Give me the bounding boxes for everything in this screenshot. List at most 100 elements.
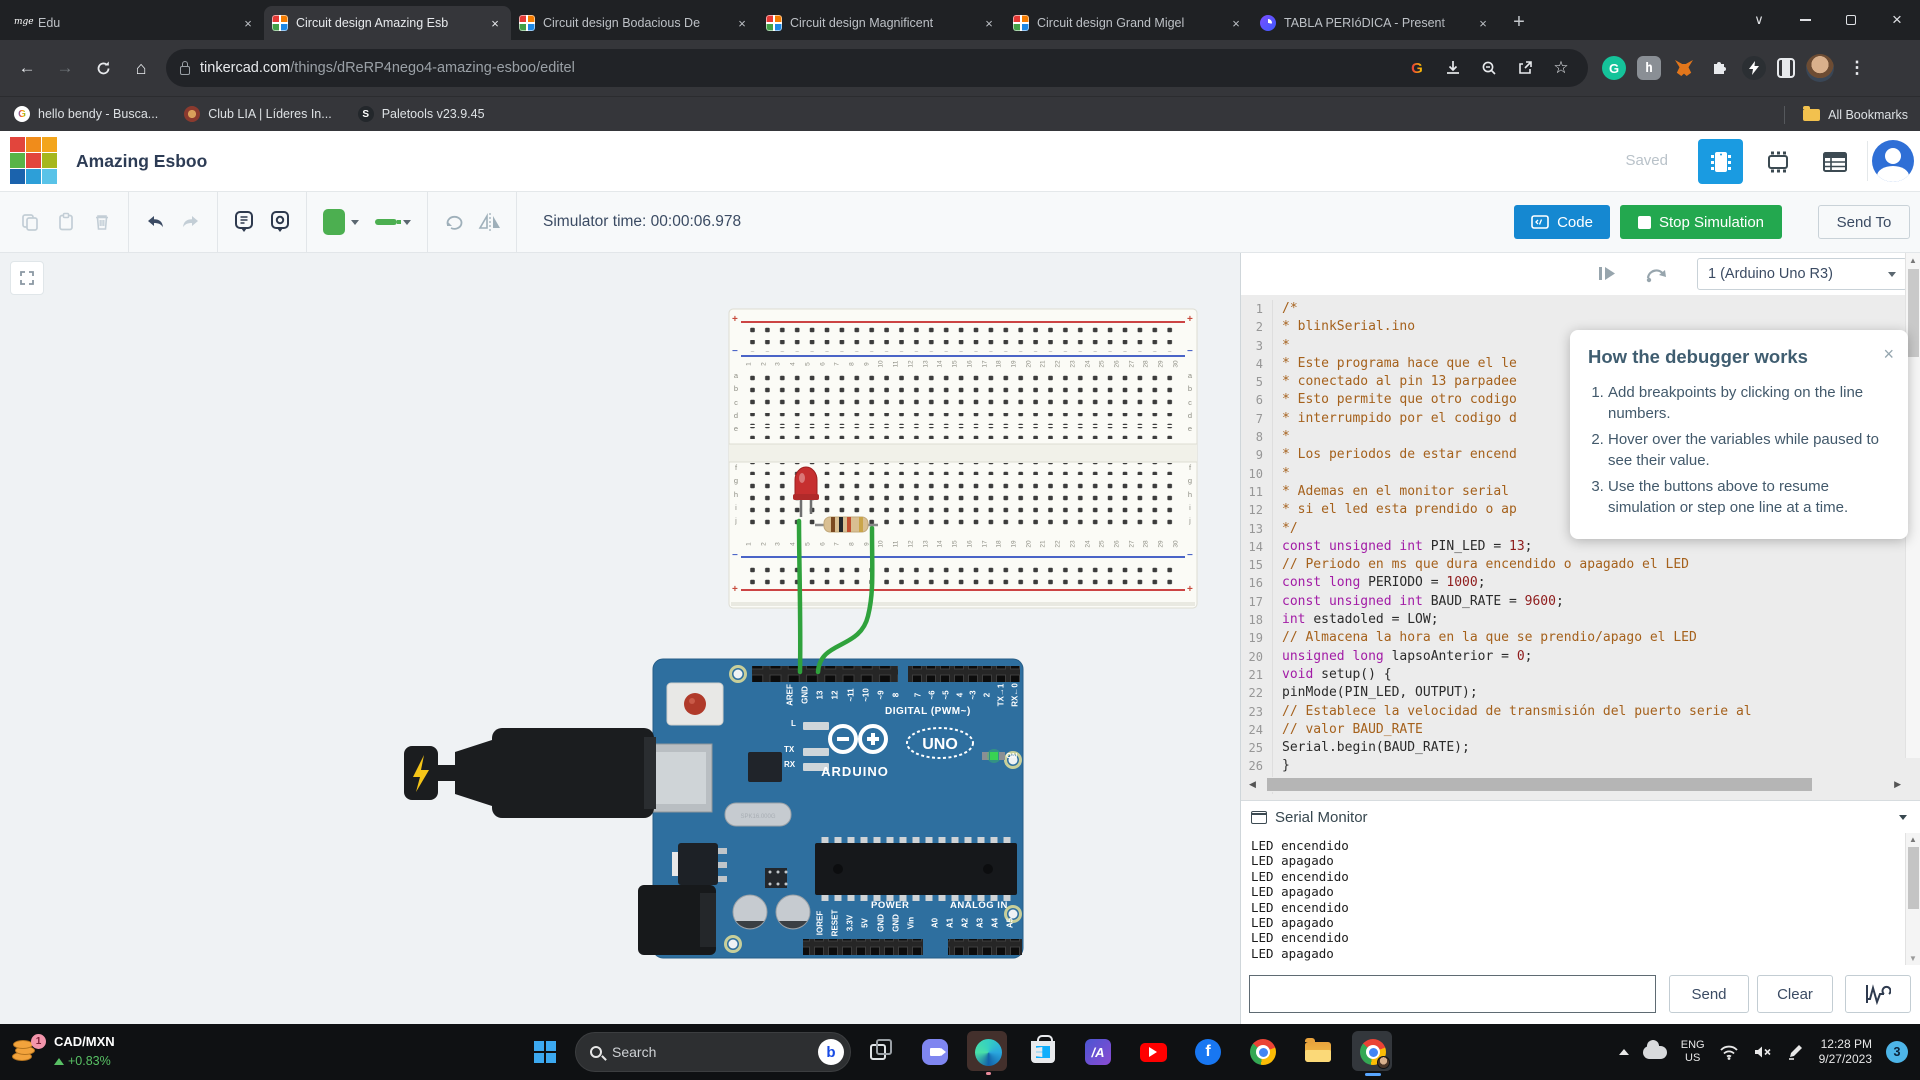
paste-icon[interactable] [48,204,84,240]
browser-menu-icon[interactable] [1845,56,1869,80]
bookmark-item[interactable]: Club LIA | Líderes In... [184,106,331,122]
stop-simulation-button[interactable]: Stop Simulation [1620,205,1782,239]
scrollbar-thumb[interactable] [1267,778,1812,791]
usb-cable[interactable] [404,728,656,818]
step-over-icon[interactable] [1644,263,1666,285]
omnibox[interactable]: tinkercad.com/things/dReRP4nego4-amazing… [166,49,1588,87]
browser-tab[interactable]: Circuit design Magnificent [758,6,1005,40]
component-color-dropdown[interactable] [315,205,367,239]
grammarly-extension-icon[interactable] [1602,56,1626,80]
zoom-icon[interactable] [1476,55,1502,81]
url-text[interactable]: tinkercad.com/things/dReRP4nego4-amazing… [200,60,1394,76]
task-view-button[interactable] [868,1038,896,1066]
undo-icon[interactable] [137,204,173,240]
new-tab-button[interactable] [1505,8,1533,36]
chrome-profile-taskbar-icon[interactable] [1359,1038,1387,1066]
extensions-puzzle-icon[interactable] [1707,56,1731,80]
redo-icon[interactable] [173,204,209,240]
minimize-button[interactable] [1782,0,1828,40]
wire-color-dropdown[interactable] [367,205,419,239]
chrome-taskbar-icon[interactable] [1249,1038,1277,1066]
popup-close-icon[interactable] [1883,344,1894,365]
bookmark-item[interactable]: Paletools v23.9.45 [358,106,485,122]
serial-monitor-header[interactable]: Serial Monitor [1241,800,1920,833]
clock[interactable]: 12:28 PM9/27/2023 [1819,1037,1872,1067]
wire-gnd[interactable] [799,521,800,672]
analog-header[interactable] [948,939,1022,955]
reset-button[interactable] [667,683,723,725]
volume-muted-icon[interactable] [1753,1044,1773,1060]
youtube-taskbar-icon[interactable] [1139,1038,1167,1066]
lightning-extension-icon[interactable] [1742,56,1766,80]
profile-avatar[interactable] [1806,54,1834,82]
code-horizontal-scrollbar[interactable]: ◀▶ [1249,777,1901,792]
resistor[interactable] [815,517,878,532]
serial-scrollbar[interactable]: ▲▼ [1905,833,1920,965]
power-header[interactable] [803,939,923,955]
serial-graph-button[interactable] [1845,975,1911,1013]
copy-icon[interactable] [12,204,48,240]
serial-input[interactable] [1249,975,1656,1013]
onedrive-icon[interactable] [1643,1046,1667,1059]
edge-taskbar-icon[interactable] [974,1038,1002,1066]
back-button[interactable] [10,51,44,85]
all-bookmarks-button[interactable]: All Bookmarks [1784,97,1908,132]
scrollbar-thumb[interactable] [1908,269,1919,357]
start-button[interactable] [534,1041,556,1063]
bookmark-star-icon[interactable] [1548,55,1574,81]
metamask-extension-icon[interactable] [1672,56,1696,80]
reader-extension-icon[interactable] [1777,58,1795,78]
wire-pin13[interactable] [818,528,872,672]
zoom-to-fit-button[interactable] [10,261,44,295]
board-selector-dropdown[interactable]: 1 (Arduino Uno R3) [1697,258,1907,290]
facebook-taskbar-icon[interactable] [1194,1038,1222,1066]
tab-close-icon[interactable] [734,15,750,31]
mirror-icon[interactable] [472,204,508,240]
tinkercad-logo[interactable] [10,137,57,184]
collapse-caret-icon[interactable] [1899,815,1907,820]
language-switcher[interactable]: ENGUS [1681,1039,1705,1065]
digital-header-b[interactable] [908,666,1020,682]
chat-button[interactable] [921,1038,949,1066]
tab-close-icon[interactable] [1475,15,1491,31]
resume-step-icon[interactable] [1596,263,1618,285]
share-icon[interactable] [1512,55,1538,81]
browser-tab[interactable]: TABLA PERIóDICA - Present [1252,6,1499,40]
home-button[interactable] [124,51,158,85]
tab-close-icon[interactable] [981,15,997,31]
serial-clear-button[interactable]: Clear [1757,975,1833,1013]
arduino-uno[interactable]: ARDUINO UNO SPK16.000G [638,659,1023,958]
taskbar-search[interactable]: Search b [575,1032,851,1072]
serial-output[interactable]: LED encendidoLED apagadoLED encendidoLED… [1241,833,1920,965]
pen-icon[interactable] [1787,1044,1805,1060]
digital-header-a[interactable] [752,666,898,682]
forward-button[interactable] [48,51,82,85]
media-app-taskbar-icon[interactable] [1084,1038,1112,1066]
hidden-icons-chevron[interactable] [1619,1049,1629,1055]
tab-close-icon[interactable] [1228,15,1244,31]
circuit-canvas[interactable]: ARDUINO UNO SPK16.000G [0,253,1240,1024]
delete-icon[interactable] [84,204,120,240]
notification-badge[interactable]: 3 [1886,1041,1908,1063]
bookmark-item[interactable]: hello bendy - Busca... [14,106,158,122]
tab-search-icon[interactable] [1736,0,1782,40]
google-icon[interactable]: G [1404,55,1430,81]
notes-icon[interactable] [226,204,262,240]
rotate-icon[interactable] [436,204,472,240]
taskbar-widget[interactable]: 1 CAD/MXN +0.83% [10,1031,115,1071]
tab-close-icon[interactable] [240,15,256,31]
reload-button[interactable] [86,51,120,85]
code-button[interactable]: Code [1514,205,1610,239]
wifi-icon[interactable] [1719,1044,1739,1060]
browser-tab[interactable]: Circuit design Grand Migel [1005,6,1252,40]
components-view-button[interactable] [1698,139,1743,184]
maximize-button[interactable] [1828,0,1874,40]
breadboard[interactable] [729,309,1197,608]
design-title[interactable]: Amazing Esboo [76,151,207,172]
lock-icon[interactable] [180,66,190,75]
h-extension-icon[interactable] [1637,56,1661,80]
list-view-button[interactable] [1812,139,1857,184]
browser-tab[interactable]: Edu [6,6,264,40]
tab-close-icon[interactable] [487,15,503,31]
led[interactable] [793,467,819,517]
